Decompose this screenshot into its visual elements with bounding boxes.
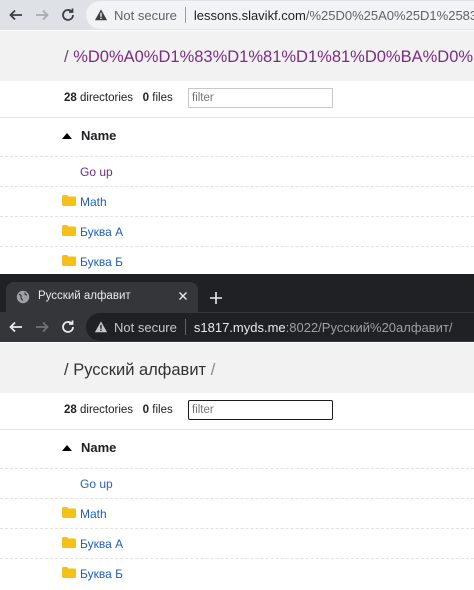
folder-icon xyxy=(62,537,76,548)
folder-icon xyxy=(62,225,76,236)
sort-ascending-icon xyxy=(62,133,72,139)
page-title[interactable]: Русский алфавит xyxy=(73,361,206,379)
folder-icon xyxy=(62,255,76,266)
directory-label: directories xyxy=(80,92,134,104)
file-count: 0 xyxy=(142,404,150,416)
go-up-link[interactable]: Go up xyxy=(80,165,113,179)
folder-icon xyxy=(62,195,76,206)
file-label: files xyxy=(152,92,173,104)
row-divider xyxy=(0,156,474,157)
url-host: lessons.slavikf.com xyxy=(193,7,306,23)
file-count: 0 xyxy=(142,92,150,104)
directory-count: 28 xyxy=(64,404,77,416)
name-column-header[interactable]: Name xyxy=(62,128,116,143)
forward-arrow-icon xyxy=(36,321,49,333)
url-host: s1817.myds.me xyxy=(193,319,286,335)
filter-input[interactable] xyxy=(188,88,333,108)
forward-button[interactable] xyxy=(30,3,54,27)
row-divider xyxy=(0,558,474,559)
breadcrumb-trailing-slash: / xyxy=(210,361,216,379)
forward-button[interactable] xyxy=(30,315,54,339)
listing-stats: 28 directories 0 files xyxy=(64,92,173,104)
folder-link-math[interactable]: Math xyxy=(80,507,107,521)
folder-link-math[interactable]: Math xyxy=(80,195,107,209)
globe-icon xyxy=(16,290,30,304)
folder-link-bukva-b[interactable]: Буква Б xyxy=(80,255,123,269)
directory-label: directories xyxy=(80,404,134,416)
folder-link-bukva-a[interactable]: Буква А xyxy=(80,537,123,551)
row-divider xyxy=(0,246,474,247)
directory-count: 28 xyxy=(64,92,77,104)
tab-russian-alphabet[interactable]: Русский алфавит xyxy=(6,282,198,312)
plus-icon[interactable] xyxy=(208,290,224,306)
back-button[interactable] xyxy=(4,315,28,339)
folder-icon xyxy=(62,567,76,578)
row-divider xyxy=(0,216,474,217)
reload-button[interactable] xyxy=(56,315,80,339)
breadcrumb: / Русский алфавит / xyxy=(64,361,215,380)
url-path: /%25D0%25A0%25D1%2583%25D1% xyxy=(305,7,474,23)
divider xyxy=(0,117,474,118)
tab-title: Русский алфавит xyxy=(38,290,131,302)
reload-button[interactable] xyxy=(56,3,80,27)
tab-strip: Русский алфавит xyxy=(0,274,474,312)
reload-icon xyxy=(62,8,74,21)
top-address-toolbar: Not secure lessons.slavikf.com/%25D0%25A… xyxy=(0,0,474,30)
folder-link-bukva-a[interactable]: Буква А xyxy=(80,225,123,239)
row-divider xyxy=(0,498,474,499)
file-label: files xyxy=(152,404,173,416)
listing-stats: 28 directories 0 files xyxy=(64,404,173,416)
breadcrumb: / %D0%A0%D1%83%D1%81%D1%81%D0%BA%D0%B8 xyxy=(64,48,474,67)
row-divider xyxy=(0,468,474,469)
go-up-link[interactable]: Go up xyxy=(80,477,113,491)
warning-icon xyxy=(94,9,108,21)
folder-link-bukva-b[interactable]: Буква Б xyxy=(80,567,123,581)
page-title[interactable]: %D0%A0%D1%83%D1%81%D1%81%D0%BA%D0%B8 xyxy=(73,48,474,66)
sort-ascending-icon xyxy=(62,445,72,451)
close-icon[interactable] xyxy=(176,289,190,303)
back-arrow-icon xyxy=(9,321,22,333)
warning-icon xyxy=(94,321,108,333)
name-column-header[interactable]: Name xyxy=(62,440,116,455)
url-separator xyxy=(184,319,186,335)
url-bar[interactable]: Not secure s1817.myds.me:8022/Русский%20… xyxy=(86,313,474,341)
security-label: Not secure xyxy=(114,319,177,335)
url-separator xyxy=(184,7,186,23)
filter-input[interactable] xyxy=(188,400,333,420)
bottom-address-toolbar: Not secure s1817.myds.me:8022/Русский%20… xyxy=(0,312,474,342)
forward-arrow-icon xyxy=(36,9,49,21)
breadcrumb-root-link[interactable]: / xyxy=(64,48,69,66)
name-column-label: Name xyxy=(81,128,117,143)
row-divider xyxy=(0,528,474,529)
breadcrumb-root-link[interactable]: / xyxy=(64,361,69,379)
url-path: :8022/Русский%20алфавит/ xyxy=(285,319,453,335)
row-divider xyxy=(0,186,474,187)
security-label: Not secure xyxy=(114,7,177,23)
back-button[interactable] xyxy=(4,3,28,27)
reload-icon xyxy=(62,320,74,333)
divider xyxy=(0,429,474,430)
folder-icon xyxy=(62,507,76,518)
name-column-label: Name xyxy=(81,440,117,455)
url-bar[interactable]: Not secure lessons.slavikf.com/%25D0%25A… xyxy=(86,1,474,29)
back-arrow-icon xyxy=(9,9,22,21)
